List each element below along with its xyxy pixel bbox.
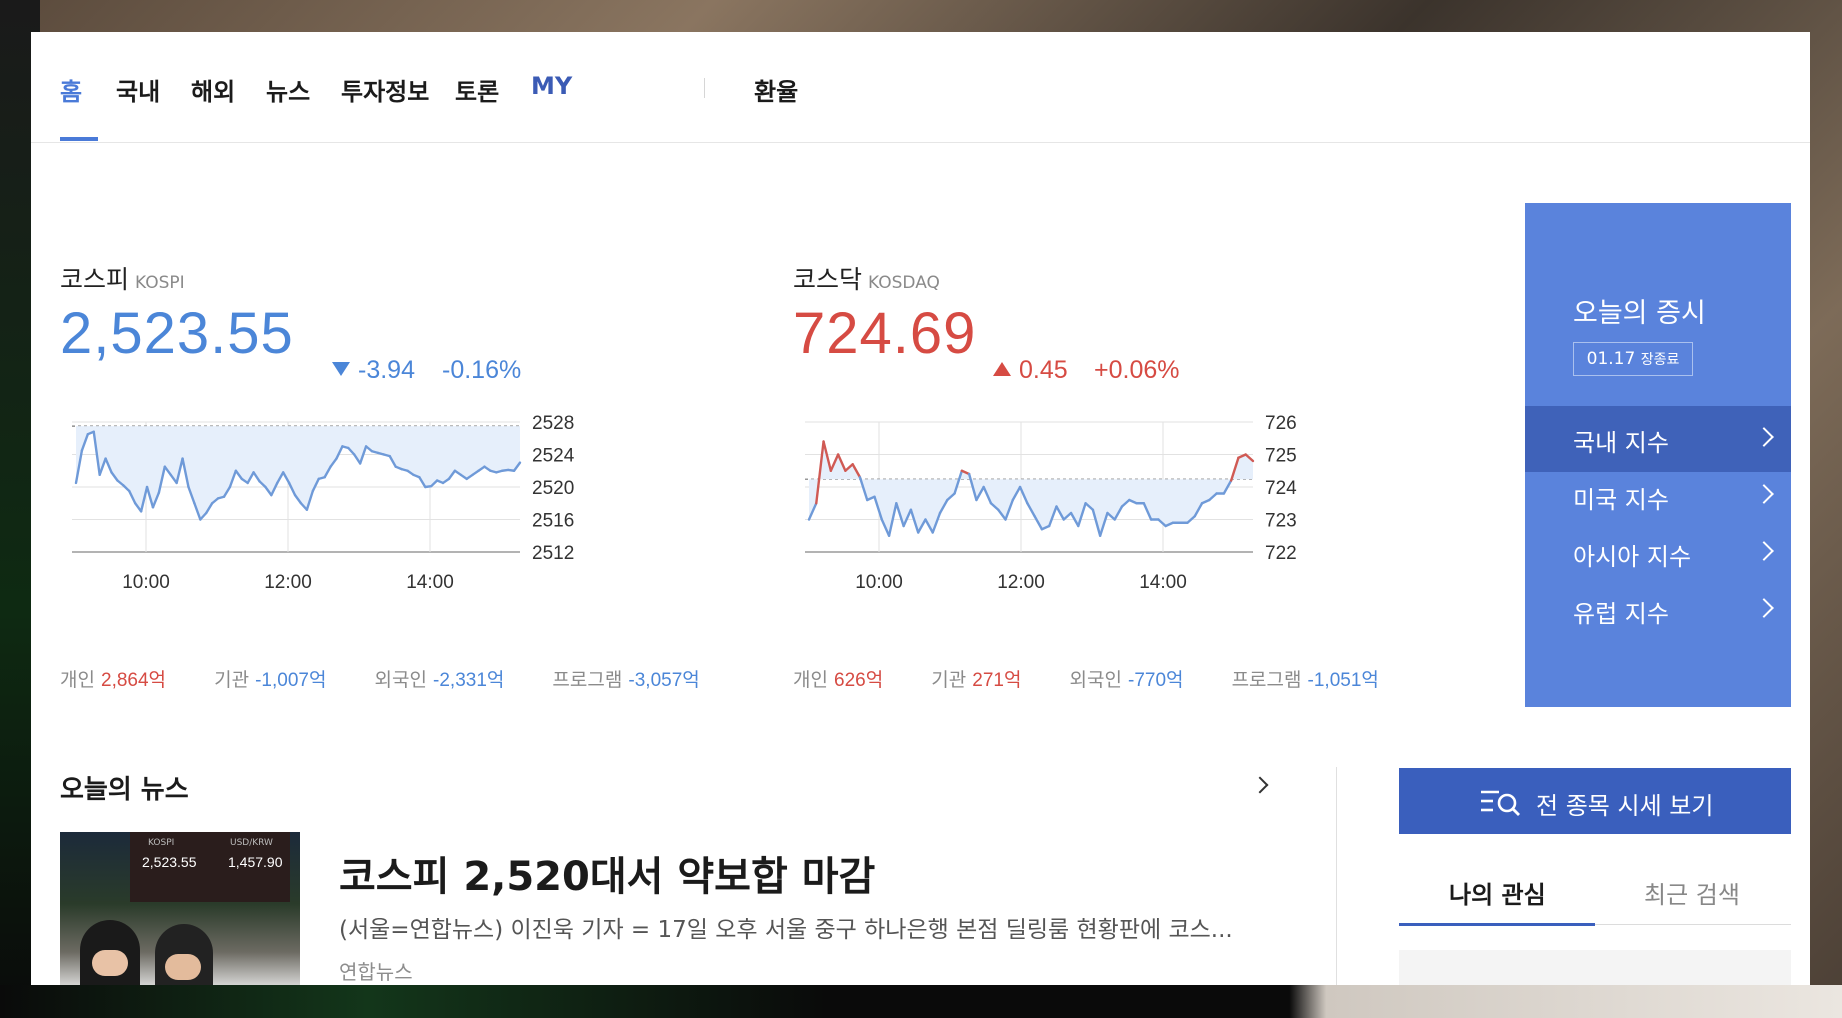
thumb-kospi-value: 2,523.55 (142, 854, 197, 870)
kosdaq-name: 코스닥 KOSDAQ (793, 260, 940, 296)
finance-window: 홈 국내 해외 뉴스 투자정보 토론 MY 환율 코스피 KOSPI 2,523.… (31, 32, 1810, 985)
kosdaq-chart[interactable]: 726 725 724 723 722 10:00 12:00 14:00 (793, 400, 1483, 600)
y-tick-label: 723 (1265, 511, 1297, 532)
kospi-sublabel: KOSPI (135, 273, 185, 293)
nav-domestic[interactable]: 국내 (116, 72, 160, 107)
market-today-panel: 오늘의 증시 01.17 장종료 국내 지수 미국 지수 아시아 지수 유럽 지… (1525, 203, 1791, 707)
kospi-rate: -0.16% (442, 356, 522, 384)
thumb-usdkrw-label: USD/KRW (230, 838, 273, 848)
kosdaq-sublabel: KOSDAQ (868, 273, 940, 293)
kosdaq-investor-institution: 기관 271억 (931, 669, 1022, 691)
y-tick-label: 2512 (532, 543, 574, 564)
x-tick-label: 14:00 (406, 572, 454, 593)
tab-active-indicator (1399, 923, 1595, 926)
chevron-right-icon (1754, 427, 1774, 447)
news-more-chevron-icon[interactable] (1251, 776, 1269, 794)
news-headline[interactable]: 코스피 2,520대서 약보합 마감 (339, 844, 875, 902)
news-source: 연합뉴스 (339, 960, 413, 984)
chevron-right-icon (1754, 541, 1774, 561)
market-status: 장종료 (1640, 352, 1680, 368)
thumbnail-face (165, 954, 201, 980)
nav-discussion[interactable]: 토론 (455, 72, 499, 107)
nav-home[interactable]: 홈 (60, 72, 82, 107)
panel-item-europe-index[interactable]: 유럽 지수 (1525, 577, 1791, 643)
kospi-investor-institution: 기관 -1,007억 (214, 669, 327, 691)
kospi-change: -3.94 (332, 356, 415, 385)
up-arrow-icon (993, 362, 1011, 376)
kosdaq-investors: 개인 626억 기관 271억 외국인 -770억 프로그램 -1,051억 (793, 665, 1421, 692)
kosdaq-change: 0.45 (993, 356, 1068, 385)
kosdaq-investor-foreign: 외국인 -770억 (1069, 669, 1184, 691)
x-tick-label: 10:00 (855, 572, 903, 593)
news-summary[interactable]: (서울=연합뉴스) 이진욱 기자 = 17일 오후 서울 중구 하나은행 본점 … (339, 910, 1233, 944)
thumb-kospi-label: KOSPI (148, 838, 175, 848)
section-divider (1336, 767, 1337, 985)
thumbnail-face (92, 950, 128, 976)
nav-news[interactable]: 뉴스 (266, 72, 310, 107)
kospi-investor-foreign: 외국인 -2,331억 (374, 669, 505, 691)
down-arrow-icon (332, 362, 350, 376)
news-section-title: 오늘의 뉴스 (60, 775, 189, 805)
x-tick-label: 12:00 (997, 572, 1045, 593)
y-tick-label: 2516 (532, 511, 574, 532)
kospi-change-value: -3.94 (358, 356, 415, 384)
thumb-usdkrw-value: 1,457.90 (228, 854, 283, 870)
kospi-label: 코스피 (60, 265, 130, 294)
kospi-investors: 개인 2,864억 기관 -1,007억 외국인 -2,331억 프로그램 -3… (60, 665, 742, 692)
x-tick-label: 12:00 (264, 572, 312, 593)
y-tick-label: 2528 (532, 413, 574, 434)
nav-active-indicator (60, 137, 98, 141)
y-tick-label: 2520 (532, 478, 574, 499)
kosdaq-investor-program: 프로그램 -1,051억 (1231, 669, 1379, 691)
nav-divider (704, 78, 705, 98)
kosdaq-label: 코스닥 (793, 265, 863, 294)
y-tick-label: 2524 (532, 446, 575, 467)
kosdaq-investor-individual: 개인 626억 (793, 669, 884, 691)
x-tick-label: 10:00 (122, 572, 170, 593)
y-tick-label: 726 (1265, 413, 1297, 434)
list-search-icon (1481, 790, 1520, 816)
nav-my[interactable]: MY (531, 72, 572, 100)
tab-my-interest[interactable]: 나의 관심 (1449, 875, 1546, 910)
all-stocks-button[interactable]: 전 종목 시세 보기 (1399, 768, 1791, 834)
panel-title: 오늘의 증시 (1573, 298, 1706, 329)
nav-overseas[interactable]: 해외 (191, 72, 235, 107)
all-stocks-button-label: 전 종목 시세 보기 (1536, 792, 1714, 820)
kospi-block[interactable]: 코스피 KOSPI 2,523.55 -3.94 -0.16% 2528 2524 2… (60, 260, 750, 700)
kospi-investor-individual: 개인 2,864억 (60, 669, 167, 691)
kosdaq-change-value: 0.45 (1019, 356, 1068, 384)
kospi-value: 2,523.55 (60, 301, 294, 366)
x-tick-label: 14:00 (1139, 572, 1187, 593)
tab-recent-search[interactable]: 최근 검색 (1644, 875, 1740, 910)
y-tick-label: 725 (1265, 446, 1297, 467)
news-thumbnail[interactable]: KOSPI 2,523.55 USD/KRW 1,457.90 (60, 832, 300, 985)
kospi-name: 코스피 KOSPI (60, 260, 185, 296)
chevron-right-icon (1754, 598, 1774, 618)
y-tick-label: 724 (1265, 478, 1297, 499)
y-tick-label: 722 (1265, 543, 1297, 564)
kosdaq-rate: +0.06% (1094, 356, 1180, 384)
top-nav: 홈 국내 해외 뉴스 투자정보 토론 MY 환율 (31, 32, 1810, 143)
market-date: 01.17 (1586, 349, 1636, 369)
market-status-badge: 01.17 장종료 (1573, 342, 1693, 376)
kospi-investor-program: 프로그램 -3,057억 (552, 669, 700, 691)
watchlist-area (1399, 950, 1791, 985)
kospi-chart[interactable]: 2528 2524 2520 2516 2512 10:00 12:00 14:00 (60, 400, 750, 600)
nav-investment-info[interactable]: 투자정보 (341, 72, 429, 107)
chevron-right-icon (1754, 484, 1774, 504)
kosdaq-block[interactable]: 코스닥 KOSDAQ 724.69 0.45 +0.06% 726 725 724 72… (793, 260, 1483, 700)
kosdaq-value: 724.69 (793, 301, 977, 366)
nav-exchange-rate[interactable]: 환율 (754, 72, 798, 107)
tab-divider (1595, 924, 1791, 925)
desktop-background-bottom (0, 985, 1842, 1018)
